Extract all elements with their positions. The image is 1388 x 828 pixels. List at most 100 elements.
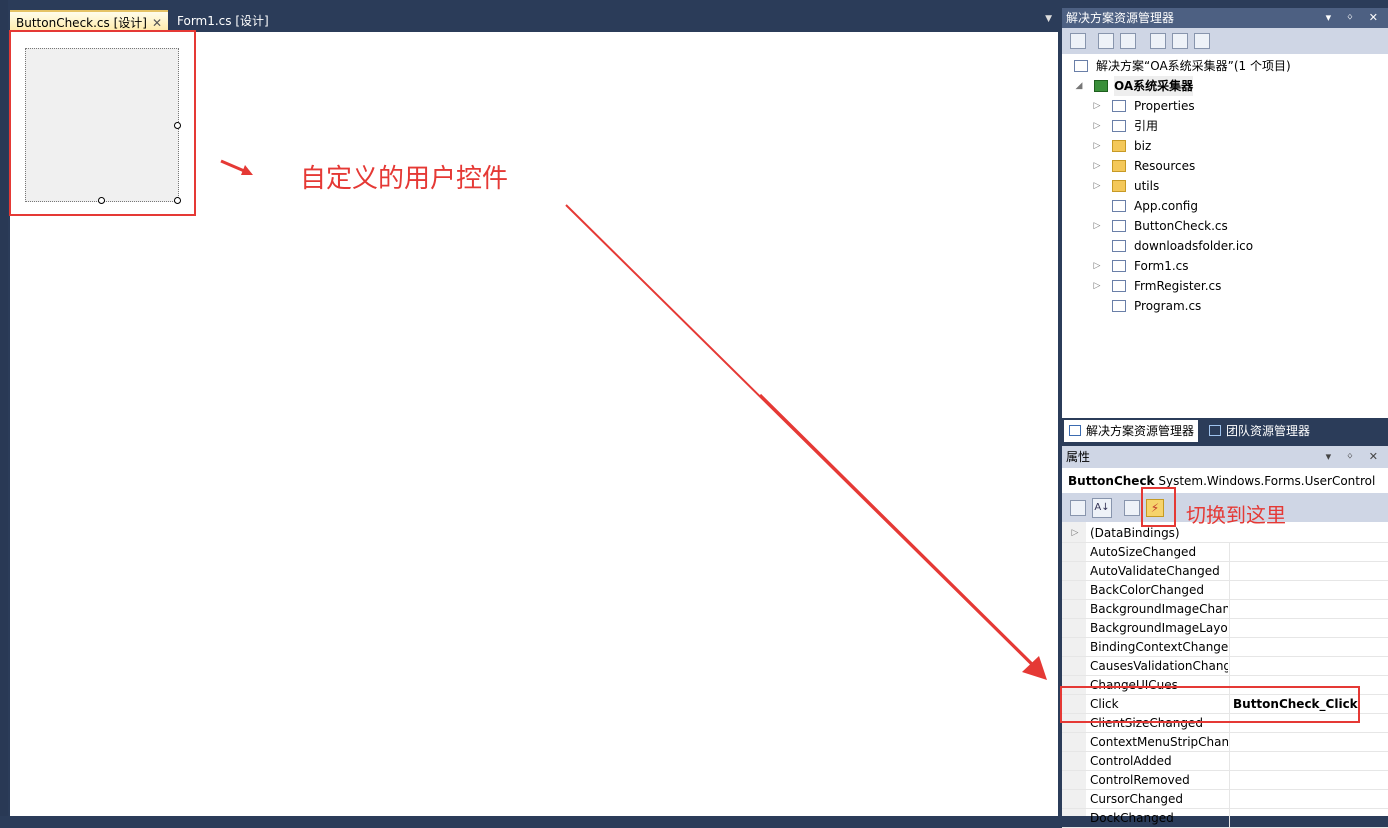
properties-icon <box>1112 100 1126 112</box>
tree-item[interactable]: ▷ Form1.cs <box>1092 256 1372 276</box>
annotation-switch-label: 切换到这里 <box>1186 503 1286 527</box>
property-value[interactable] <box>1229 809 1382 827</box>
ico-file-icon <box>1112 240 1126 252</box>
property-row[interactable]: ControlRemoved <box>1062 771 1388 790</box>
show-all-files-icon[interactable] <box>1098 33 1114 49</box>
expand-triangle-icon[interactable]: ▷ <box>1092 216 1102 236</box>
tab-buttoncheck-design[interactable]: ButtonCheck.cs [设计] ✕ <box>10 10 168 32</box>
tree-item[interactable]: ▷ 引用 <box>1092 116 1372 136</box>
property-value[interactable] <box>1229 733 1382 751</box>
property-row[interactable]: BindingContextChangec <box>1062 638 1388 657</box>
object-type: System.Windows.Forms.UserControl <box>1158 474 1376 488</box>
tree-item-label: biz <box>1134 139 1152 153</box>
property-name: BindingContextChangec <box>1090 640 1228 654</box>
property-value[interactable] <box>1229 752 1382 770</box>
expand-triangle-icon[interactable]: ▷ <box>1092 256 1102 276</box>
tab-label: ButtonCheck.cs [设计] <box>16 16 147 30</box>
property-value[interactable] <box>1229 790 1382 808</box>
property-name: BackgroundImageLayou <box>1090 621 1228 635</box>
solution-explorer-toolbar <box>1062 28 1388 54</box>
project-node[interactable]: ◢ OA系统采集器 <box>1074 76 1374 96</box>
property-value[interactable] <box>1229 562 1382 580</box>
object-selector[interactable]: ButtonCheck System.Windows.Forms.UserCon… <box>1062 468 1388 494</box>
tab-solution-explorer[interactable]: 解决方案资源管理器 <box>1064 420 1199 442</box>
pane-title-icons[interactable]: ▾ ᛜ ✕ <box>1326 446 1384 468</box>
property-row[interactable]: ControlAdded <box>1062 752 1388 771</box>
properties-toolbar-icon[interactable] <box>1070 33 1086 49</box>
highlight-box-user-control <box>9 30 196 216</box>
property-name: ControlAdded <box>1090 754 1172 768</box>
property-row[interactable]: CausesValidationChang <box>1062 657 1388 676</box>
tree-item[interactable]: downloadsfolder.ico <box>1092 236 1372 256</box>
tree-item-label: utils <box>1134 179 1160 193</box>
expand-triangle-icon[interactable]: ▷ <box>1092 156 1102 176</box>
config-file-icon <box>1112 200 1126 212</box>
property-row[interactable]: BackgroundImageChan <box>1062 600 1388 619</box>
alphabetical-icon[interactable]: A↓ <box>1092 498 1112 518</box>
property-row[interactable]: ContextMenuStripChang <box>1062 733 1388 752</box>
class-diagram-icon[interactable] <box>1194 33 1210 49</box>
left-window-edge <box>0 0 8 816</box>
property-value[interactable] <box>1229 771 1382 789</box>
tree-item[interactable]: ▷ FrmRegister.cs <box>1092 276 1372 296</box>
highlight-box-events-button <box>1141 487 1176 527</box>
property-row[interactable]: BackgroundImageLayou <box>1062 619 1388 638</box>
property-name: ControlRemoved <box>1090 773 1190 787</box>
expand-triangle-icon[interactable]: ▷ <box>1092 176 1102 196</box>
tree-item-label: Program.cs <box>1134 299 1202 313</box>
tree-item[interactable]: ▷ utils <box>1092 176 1372 196</box>
chevron-down-icon[interactable]: ▼ <box>1045 14 1052 24</box>
form-file-icon <box>1112 260 1126 272</box>
pane-title-icons[interactable]: ▾ ᛜ ✕ <box>1326 8 1384 28</box>
tree-item[interactable]: ▷ Resources <box>1092 156 1372 176</box>
expand-triangle-icon[interactable]: ▷ <box>1092 276 1102 296</box>
project-label: OA系统采集器 <box>1114 76 1194 96</box>
tab-label: 解决方案资源管理器 <box>1086 424 1195 438</box>
property-name: CursorChanged <box>1090 792 1184 806</box>
refresh-icon[interactable] <box>1120 33 1136 49</box>
property-row[interactable]: AutoSizeChanged <box>1062 543 1388 562</box>
tree-item-label: Form1.cs <box>1134 259 1189 273</box>
tree-item[interactable]: ▷ biz <box>1092 136 1372 156</box>
tree-item[interactable]: ▷ ButtonCheck.cs <box>1092 216 1372 236</box>
property-name: AutoValidateChanged <box>1090 564 1220 578</box>
folder-icon <box>1112 140 1126 152</box>
properties-view-icon[interactable] <box>1124 500 1140 516</box>
tab-team-explorer[interactable]: 团队资源管理器 <box>1204 420 1314 442</box>
solution-label: 解决方案“OA系统采集器”(1 个项目) <box>1096 59 1291 73</box>
property-name: ContextMenuStripChang <box>1090 735 1228 749</box>
form-file-icon <box>1112 280 1126 292</box>
object-name: ButtonCheck <box>1068 474 1155 488</box>
tree-item[interactable]: Program.cs <box>1092 296 1372 316</box>
view-code-icon[interactable] <box>1150 33 1166 49</box>
tree-item-label: FrmRegister.cs <box>1134 279 1222 293</box>
tree-item[interactable]: App.config <box>1092 196 1372 216</box>
property-value[interactable] <box>1229 619 1382 637</box>
expand-triangle-icon[interactable]: ▷ <box>1092 136 1102 156</box>
tree-item[interactable]: ▷ Properties <box>1092 96 1372 116</box>
view-designer-icon[interactable] <box>1172 33 1188 49</box>
tab-form1-design[interactable]: Form1.cs [设计] <box>171 10 275 32</box>
tab-label: Form1.cs [设计] <box>177 14 269 28</box>
document-tab-bar: ButtonCheck.cs [设计] ✕ Form1.cs [设计] ▼ <box>8 8 1058 32</box>
property-row[interactable]: CursorChanged <box>1062 790 1388 809</box>
tree-item-label: Resources <box>1134 159 1196 173</box>
property-value[interactable] <box>1229 600 1382 618</box>
property-value[interactable] <box>1229 657 1382 675</box>
expand-triangle-icon[interactable]: ▷ <box>1092 116 1102 136</box>
property-row[interactable]: BackColorChanged <box>1062 581 1388 600</box>
property-value[interactable] <box>1229 638 1382 656</box>
expand-triangle-icon[interactable]: ▷ <box>1070 524 1080 542</box>
property-row[interactable]: AutoValidateChanged <box>1062 562 1388 581</box>
property-row[interactable]: DockChanged <box>1062 809 1388 828</box>
solution-explorer-tab-icon <box>1069 425 1081 436</box>
references-icon <box>1112 120 1126 132</box>
categorized-icon[interactable] <box>1070 500 1086 516</box>
property-value[interactable] <box>1229 543 1382 561</box>
expand-triangle-icon[interactable]: ▷ <box>1092 96 1102 116</box>
cs-file-icon <box>1112 300 1126 312</box>
collapse-triangle-icon[interactable]: ◢ <box>1074 76 1084 96</box>
folder-icon <box>1112 180 1126 192</box>
highlight-box-click-event <box>1060 686 1360 723</box>
property-value[interactable] <box>1229 581 1382 599</box>
